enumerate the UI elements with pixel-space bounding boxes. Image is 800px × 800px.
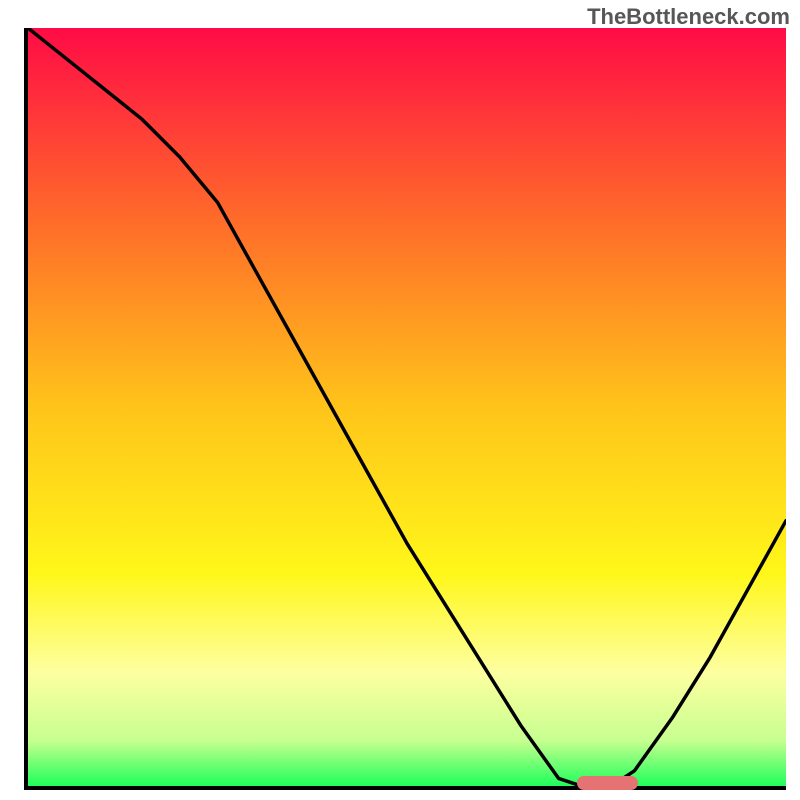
optimal-range-marker	[577, 776, 638, 790]
chart-curve	[28, 28, 786, 786]
chart-plot-area	[24, 28, 786, 790]
watermark-text: TheBottleneck.com	[587, 4, 790, 30]
